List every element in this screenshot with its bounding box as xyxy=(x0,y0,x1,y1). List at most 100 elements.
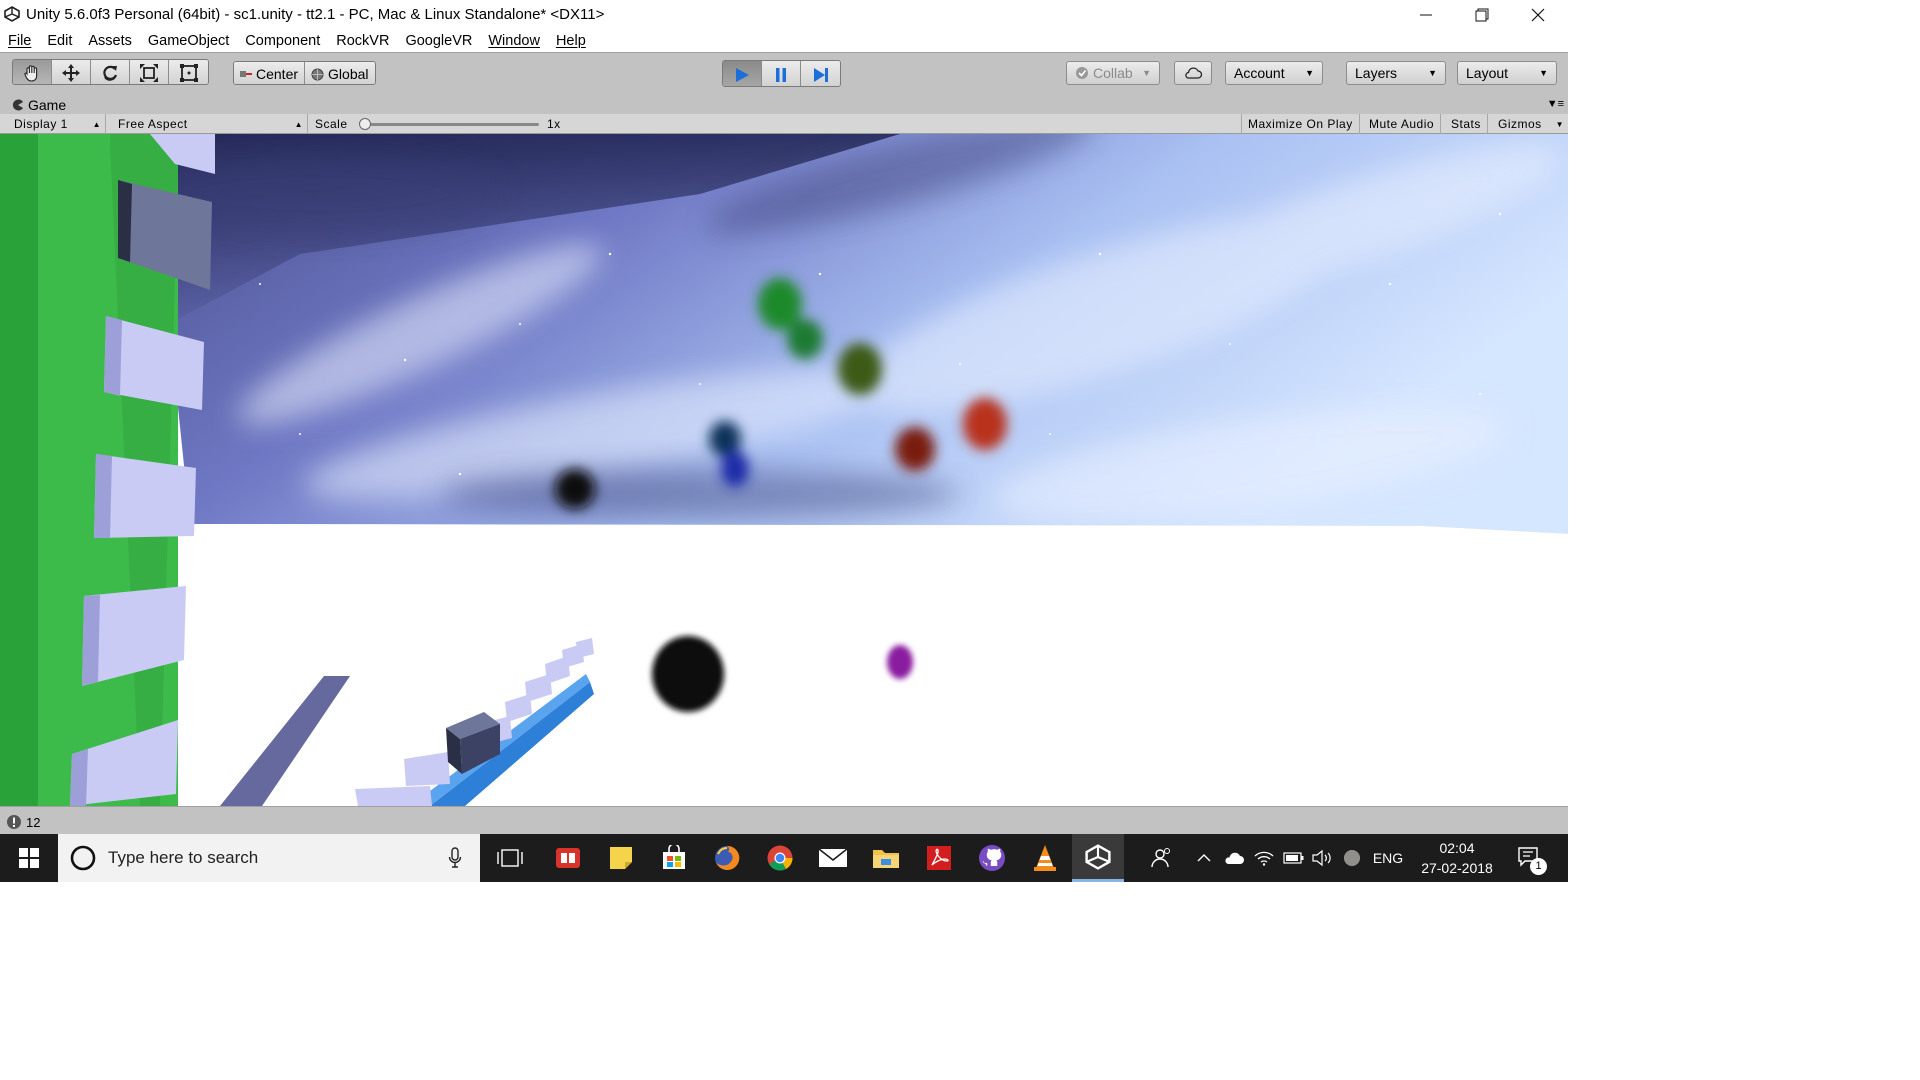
close-button[interactable] xyxy=(1510,0,1566,30)
menu-googlevr[interactable]: GoogleVR xyxy=(397,30,480,52)
restore-icon xyxy=(1475,8,1489,22)
aspect-dropdown[interactable]: Free Aspect ▲ xyxy=(112,114,308,134)
taskbar-app-acrobat[interactable] xyxy=(913,834,965,882)
rect-tool-button[interactable] xyxy=(169,60,208,84)
step-button[interactable] xyxy=(801,61,840,86)
taskbar-app-reader[interactable] xyxy=(542,834,594,882)
menu-gameobject[interactable]: GameObject xyxy=(140,30,237,52)
tab-game[interactable]: Game xyxy=(8,95,74,114)
stats-toggle[interactable]: Stats xyxy=(1445,114,1488,134)
pivot-global-label: Global xyxy=(328,66,369,82)
maximize-on-play-toggle[interactable]: Maximize On Play xyxy=(1241,114,1360,134)
cloud-icon xyxy=(1185,67,1203,79)
menu-component[interactable]: Component xyxy=(237,30,328,52)
taskbar-clock[interactable]: 02:04 27-02-2018 xyxy=(1412,838,1502,878)
rotate-icon xyxy=(103,65,118,81)
menu-help[interactable]: Help xyxy=(548,30,594,52)
restore-button[interactable] xyxy=(1454,0,1510,30)
taskbar-app-sticky-notes[interactable] xyxy=(595,834,647,882)
battery-tray[interactable] xyxy=(1280,834,1308,882)
taskbar-app-mail[interactable] xyxy=(807,834,859,882)
cortana-circle-icon xyxy=(70,845,96,871)
cloud-button[interactable] xyxy=(1174,61,1212,85)
scale-control: Scale 1x xyxy=(309,114,569,134)
windows-taskbar: Type here to search ENG 02:04 27-02-2018… xyxy=(0,834,1568,882)
pivot-global-button[interactable]: Global xyxy=(305,62,375,84)
action-center-button[interactable]: 1 xyxy=(1508,834,1552,882)
pivot-center-button[interactable]: Center xyxy=(234,62,306,84)
pause-button[interactable] xyxy=(762,61,801,86)
unity-logo-icon xyxy=(1085,843,1111,870)
scale-value: 1x xyxy=(547,117,561,131)
taskbar-app-file-explorer[interactable] xyxy=(860,834,912,882)
game-viewport[interactable] xyxy=(0,134,1568,806)
game-scene xyxy=(0,134,1568,806)
taskbar-app-firefox[interactable] xyxy=(701,834,753,882)
gizmos-dropdown[interactable]: Gizmos ▼ xyxy=(1492,114,1568,134)
folder-icon xyxy=(873,850,899,868)
tab-game-label: Game xyxy=(28,96,67,113)
scale-slider[interactable] xyxy=(359,118,539,130)
play-icon xyxy=(736,67,749,82)
play-button[interactable] xyxy=(723,61,762,86)
search-placeholder: Type here to search xyxy=(108,848,259,867)
firefox-icon xyxy=(715,845,740,870)
pause-icon xyxy=(776,67,786,82)
collab-dropdown[interactable]: Collab ▼ xyxy=(1066,61,1160,85)
task-view-icon xyxy=(497,849,523,867)
layout-dropdown[interactable]: Layout ▼ xyxy=(1457,61,1557,85)
hand-icon xyxy=(24,65,38,82)
chevron-down-icon: ▼ xyxy=(1555,119,1564,129)
wifi-icon xyxy=(1254,851,1274,866)
console-count[interactable]: 12 xyxy=(6,814,40,830)
minimize-button[interactable] xyxy=(1398,0,1454,30)
menu-window[interactable]: Window xyxy=(480,30,548,52)
show-hidden-icons-button[interactable] xyxy=(1190,834,1218,882)
pivot-toggles: Center Global xyxy=(233,61,376,85)
scale-tool-button[interactable] xyxy=(130,60,169,84)
move-tool-button[interactable] xyxy=(52,60,91,84)
scale-slider-thumb[interactable] xyxy=(359,118,371,130)
start-button[interactable] xyxy=(0,834,58,882)
menu-file[interactable]: File xyxy=(0,30,39,52)
taskbar-app-store[interactable] xyxy=(648,834,700,882)
scale-label: Scale xyxy=(315,117,348,131)
panel-menu-icon[interactable]: ▼≡ xyxy=(1547,98,1564,110)
taskbar-search[interactable]: Type here to search xyxy=(58,834,480,882)
layers-dropdown[interactable]: Layers ▼ xyxy=(1346,61,1446,85)
up-down-arrows-icon: ▲ xyxy=(294,119,303,129)
weather-globe-icon xyxy=(1344,850,1360,866)
mute-audio-toggle[interactable]: Mute Audio xyxy=(1363,114,1442,134)
taskbar-app-unity[interactable] xyxy=(1072,834,1124,882)
transform-tools xyxy=(12,59,209,85)
globe-icon xyxy=(311,68,324,80)
task-view-button[interactable] xyxy=(484,834,536,882)
rotate-tool-button[interactable] xyxy=(91,60,130,84)
store-bag-icon xyxy=(663,845,685,869)
chevron-down-icon: ▼ xyxy=(1305,68,1314,78)
clock-time: 02:04 xyxy=(1439,840,1475,856)
onedrive-tray[interactable] xyxy=(1220,834,1248,882)
taskbar-app-chrome[interactable] xyxy=(754,834,806,882)
display-dropdown[interactable]: Display 1 ▲ xyxy=(8,114,106,134)
volume-tray[interactable] xyxy=(1308,834,1336,882)
notification-count-badge: 1 xyxy=(1530,858,1547,875)
taskbar-app-vlc[interactable] xyxy=(1019,834,1071,882)
menu-edit[interactable]: Edit xyxy=(39,30,80,52)
taskbar-app-github[interactable] xyxy=(966,834,1018,882)
people-button[interactable] xyxy=(1140,834,1180,882)
gizmos-label: Gizmos xyxy=(1498,117,1542,131)
rect-tool-icon xyxy=(179,64,198,82)
console-count-value: 12 xyxy=(26,814,41,830)
sticky-notes-icon xyxy=(610,847,632,869)
pdf-reader-icon xyxy=(927,846,951,870)
github-icon xyxy=(979,845,1005,871)
language-indicator[interactable]: ENG xyxy=(1368,834,1408,882)
main-toolbar: Center Global Collab ▼ Account ▼ Layers … xyxy=(0,52,1568,94)
menu-assets[interactable]: Assets xyxy=(80,30,140,52)
weather-tray[interactable] xyxy=(1338,834,1366,882)
menu-rockvr[interactable]: RockVR xyxy=(328,30,397,52)
wifi-tray[interactable] xyxy=(1250,834,1278,882)
account-dropdown[interactable]: Account ▼ xyxy=(1225,61,1323,85)
hand-tool-button[interactable] xyxy=(13,60,52,84)
